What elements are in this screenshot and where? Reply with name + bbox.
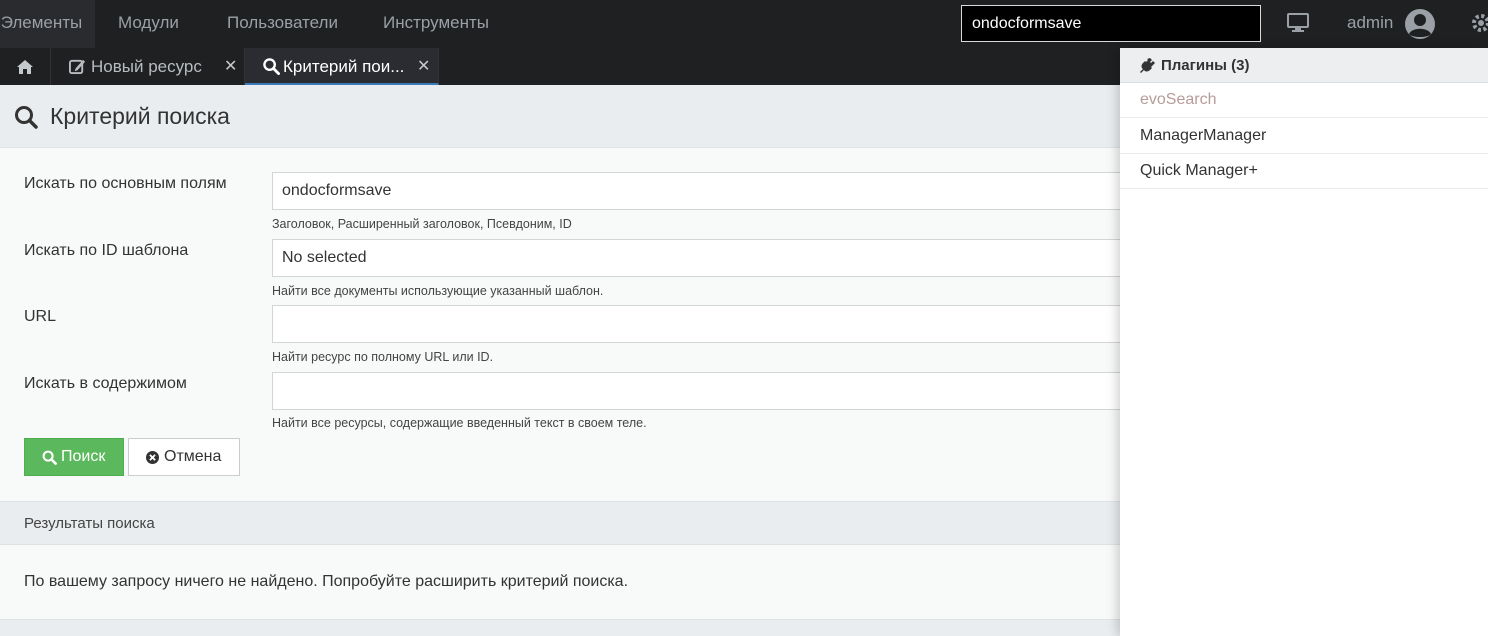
template-id-label: Искать по ID шаблона xyxy=(24,242,189,259)
topnav-users-label: Пользователи xyxy=(227,13,338,32)
topnav-modules-label: Модули xyxy=(118,13,179,32)
topnav-tools-label: Инструменты xyxy=(383,13,490,32)
content-help: Найти все ресурсы, содержащие введенный … xyxy=(272,416,647,430)
cancel-button-label: Отмена xyxy=(164,448,222,465)
page-title: Критерий поиска xyxy=(50,103,230,129)
home-icon xyxy=(17,60,33,74)
tab-search-criteria-label: Критерий пои... xyxy=(283,57,405,76)
gear-icon[interactable] xyxy=(1470,12,1488,34)
template-id-value: No selected xyxy=(282,249,367,266)
topnav-modules[interactable]: Модули xyxy=(118,0,179,48)
main-fields-value: ondocformsave xyxy=(282,182,392,199)
results-body: По вашему запросу ничего не найдено. Поп… xyxy=(0,545,1120,620)
dropdown-item-managermanager[interactable]: ManagerManager xyxy=(1120,119,1488,154)
template-id-select[interactable]: No selected xyxy=(272,239,1132,277)
close-icon[interactable]: ✕ xyxy=(224,48,237,85)
search-results-dropdown: Плагины (3) evoSearch ManagerManager Qui… xyxy=(1120,48,1488,636)
content-label: Искать в содержимом xyxy=(24,375,187,392)
main-fields-input[interactable]: ondocformsave xyxy=(272,172,1132,210)
main-fields-label: Искать по основным полям xyxy=(24,175,227,192)
tab-search-criteria[interactable]: Критерий пои... ✕ xyxy=(245,48,439,85)
close-icon[interactable]: ✕ xyxy=(417,48,430,85)
topnav-users[interactable]: Пользователи xyxy=(227,0,338,48)
user-name-text: admin xyxy=(1347,13,1394,32)
topnav-elements-label: Элементы xyxy=(0,13,83,32)
dropdown-title: Плагины (3) xyxy=(1161,57,1250,74)
cancel-button[interactable]: Отмена xyxy=(128,438,240,476)
results-empty-message: По вашему запросу ничего не найдено. Поп… xyxy=(24,573,629,590)
user-name[interactable]: admin xyxy=(1347,0,1393,48)
topnav-elements[interactable]: Элементы xyxy=(0,0,95,48)
url-help: Найти ресурс по полному URL или ID. xyxy=(272,350,494,364)
cancel-circle-icon xyxy=(146,451,159,464)
search-icon xyxy=(15,106,38,129)
search-icon xyxy=(263,58,280,75)
search-button-label: Поиск xyxy=(61,448,106,465)
topnav-tools[interactable]: Инструменты xyxy=(383,0,489,48)
url-input[interactable] xyxy=(272,305,1132,343)
main-fields-help: Заголовок, Расширенный заголовок, Псевдо… xyxy=(272,217,572,231)
avatar-icon[interactable] xyxy=(1404,8,1436,40)
tab-new-resource-label: Новый ресурс xyxy=(91,57,202,76)
tab-home[interactable] xyxy=(0,48,51,85)
global-search-value: ondocformsave xyxy=(972,15,1082,32)
search-button[interactable]: Поиск xyxy=(24,438,124,476)
tab-bar: Новый ресурс ✕ Критерий пои... ✕ xyxy=(0,48,1120,85)
search-icon xyxy=(42,450,57,465)
tab-new-resource[interactable]: Новый ресурс ✕ xyxy=(51,48,245,85)
results-header: Результаты поиска xyxy=(0,501,1120,545)
dropdown-header: Плагины (3) xyxy=(1120,48,1488,83)
template-id-help: Найти все документы использующие указанн… xyxy=(272,284,604,298)
plug-icon xyxy=(1140,58,1155,73)
page-header: Критерий поиска xyxy=(0,85,1120,148)
dropdown-item-quick-manager[interactable]: Quick Manager+ xyxy=(1120,154,1488,189)
results-title: Результаты поиска xyxy=(24,515,155,532)
edit-icon xyxy=(69,59,86,75)
content-input[interactable] xyxy=(272,372,1132,410)
top-navbar: Элементы Модули Пользователи Инструменты… xyxy=(0,0,1488,48)
global-search-input[interactable]: ondocformsave xyxy=(961,5,1261,42)
monitor-icon[interactable] xyxy=(1287,13,1309,33)
dropdown-item-evosearch[interactable]: evoSearch xyxy=(1120,83,1488,118)
url-label: URL xyxy=(24,308,57,325)
